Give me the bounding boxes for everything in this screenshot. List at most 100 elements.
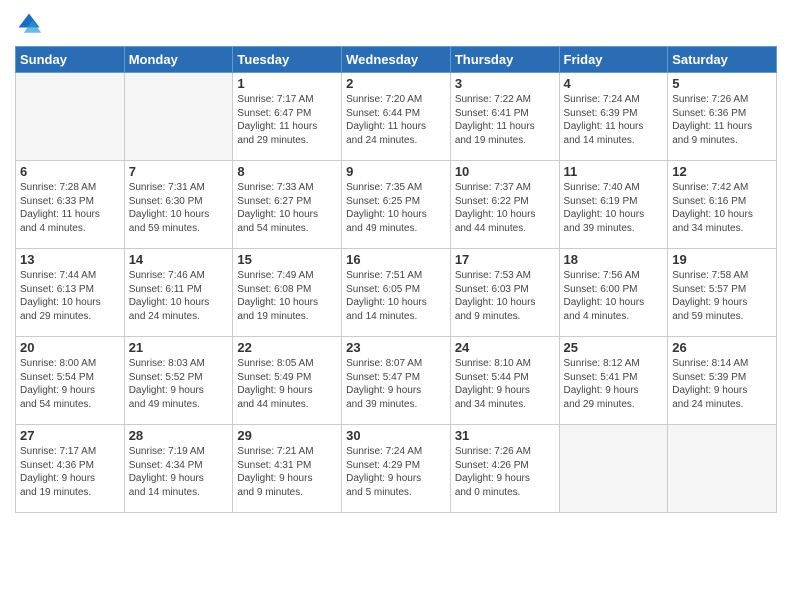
day-number: 30	[346, 428, 446, 443]
day-info: Sunrise: 8:03 AM Sunset: 5:52 PM Dayligh…	[129, 357, 229, 411]
calendar-cell: 14 Sunrise: 7:46 AM Sunset: 6:11 PM Dayli…	[124, 249, 233, 337]
day-info: Sunrise: 7:28 AM Sunset: 6:33 PM Dayligh…	[20, 181, 120, 235]
calendar-cell: 22Sunrise: 8:05 AM Sunset: 5:49 PM Dayli…	[233, 337, 342, 425]
calendar-cell: 20 Sunrise: 8:00 AM Sunset: 5:54 PM Dayli…	[16, 337, 125, 425]
calendar-table: SundayMondayTuesdayWednesdayThursdayFrid…	[15, 46, 777, 513]
calendar-week-row: 1 Sunrise: 7:17 AM Sunset: 6:47 PM Daylig…	[16, 73, 777, 161]
day-info: Sunrise: 8:07 AM Sunset: 5:47 PM Dayligh…	[346, 357, 446, 411]
calendar-cell: 16 Sunrise: 7:51 AM Sunset: 6:05 PM Dayli…	[342, 249, 451, 337]
day-number: 17	[455, 252, 555, 267]
calendar-cell: 25 Sunrise: 8:12 AM Sunset: 5:41 PM Dayli…	[559, 337, 668, 425]
day-info: Sunrise: 7:46 AM Sunset: 6:11 PM Dayligh…	[129, 269, 229, 323]
day-number: 7	[129, 164, 229, 179]
logo-icon	[15, 10, 43, 38]
day-number: 18	[564, 252, 664, 267]
day-number: 25	[564, 340, 664, 355]
calendar-cell: 31 Sunrise: 7:26 AM Sunset: 4:26 PM Dayli…	[450, 425, 559, 513]
calendar-cell: 26 Sunrise: 8:14 AM Sunset: 5:39 PM Dayli…	[668, 337, 777, 425]
day-number: 23	[346, 340, 446, 355]
day-info: Sunrise: 7:40 AM Sunset: 6:19 PM Dayligh…	[564, 181, 664, 235]
calendar-cell: 1 Sunrise: 7:17 AM Sunset: 6:47 PM Daylig…	[233, 73, 342, 161]
calendar-week-row: 6 Sunrise: 7:28 AM Sunset: 6:33 PM Daylig…	[16, 161, 777, 249]
calendar-week-row: 20 Sunrise: 8:00 AM Sunset: 5:54 PM Dayli…	[16, 337, 777, 425]
calendar-cell: 11Sunrise: 7:40 AM Sunset: 6:19 PM Dayli…	[559, 161, 668, 249]
day-info: Sunrise: 7:17 AM Sunset: 4:36 PM Dayligh…	[20, 445, 120, 499]
day-number: 31	[455, 428, 555, 443]
day-info: Sunrise: 7:26 AM Sunset: 6:36 PM Dayligh…	[672, 93, 772, 147]
calendar-cell: 24 Sunrise: 8:10 AM Sunset: 5:44 PM Dayli…	[450, 337, 559, 425]
day-info: Sunrise: 8:05 AM Sunset: 5:49 PM Dayligh…	[237, 357, 337, 411]
page: SundayMondayTuesdayWednesdayThursdayFrid…	[0, 0, 792, 612]
calendar-header-row: SundayMondayTuesdayWednesdayThursdayFrid…	[16, 47, 777, 73]
day-number: 27	[20, 428, 120, 443]
calendar-cell: 7 Sunrise: 7:31 AM Sunset: 6:30 PM Daylig…	[124, 161, 233, 249]
day-number: 9	[346, 164, 446, 179]
calendar-cell	[16, 73, 125, 161]
calendar-cell: 28Sunrise: 7:19 AM Sunset: 4:34 PM Dayli…	[124, 425, 233, 513]
weekday-header: Sunday	[16, 47, 125, 73]
calendar-cell: 9 Sunrise: 7:35 AM Sunset: 6:25 PM Daylig…	[342, 161, 451, 249]
day-number: 10	[455, 164, 555, 179]
day-info: Sunrise: 7:33 AM Sunset: 6:27 PM Dayligh…	[237, 181, 337, 235]
day-info: Sunrise: 7:17 AM Sunset: 6:47 PM Dayligh…	[237, 93, 337, 147]
day-number: 5	[672, 76, 772, 91]
day-number: 14	[129, 252, 229, 267]
calendar-cell: 5 Sunrise: 7:26 AM Sunset: 6:36 PM Daylig…	[668, 73, 777, 161]
calendar-cell: 17 Sunrise: 7:53 AM Sunset: 6:03 PM Dayli…	[450, 249, 559, 337]
day-number: 16	[346, 252, 446, 267]
calendar-cell: 23 Sunrise: 8:07 AM Sunset: 5:47 PM Dayli…	[342, 337, 451, 425]
day-info: Sunrise: 7:24 AM Sunset: 6:39 PM Dayligh…	[564, 93, 664, 147]
day-info: Sunrise: 7:24 AM Sunset: 4:29 PM Dayligh…	[346, 445, 446, 499]
calendar-cell: 29 Sunrise: 7:21 AM Sunset: 4:31 PM Dayli…	[233, 425, 342, 513]
weekday-header: Monday	[124, 47, 233, 73]
day-number: 2	[346, 76, 446, 91]
day-number: 19	[672, 252, 772, 267]
day-info: Sunrise: 7:21 AM Sunset: 4:31 PM Dayligh…	[237, 445, 337, 499]
day-info: Sunrise: 7:53 AM Sunset: 6:03 PM Dayligh…	[455, 269, 555, 323]
calendar-cell: 4 Sunrise: 7:24 AM Sunset: 6:39 PM Daylig…	[559, 73, 668, 161]
day-info: Sunrise: 7:31 AM Sunset: 6:30 PM Dayligh…	[129, 181, 229, 235]
day-info: Sunrise: 7:49 AM Sunset: 6:08 PM Dayligh…	[237, 269, 337, 323]
weekday-header: Saturday	[668, 47, 777, 73]
calendar-cell: 15 Sunrise: 7:49 AM Sunset: 6:08 PM Dayli…	[233, 249, 342, 337]
calendar-cell	[124, 73, 233, 161]
day-number: 26	[672, 340, 772, 355]
weekday-header: Tuesday	[233, 47, 342, 73]
day-number: 21	[129, 340, 229, 355]
day-info: Sunrise: 7:35 AM Sunset: 6:25 PM Dayligh…	[346, 181, 446, 235]
calendar-cell: 27 Sunrise: 7:17 AM Sunset: 4:36 PM Dayli…	[16, 425, 125, 513]
day-info: Sunrise: 7:19 AM Sunset: 4:34 PM Dayligh…	[129, 445, 229, 499]
day-number: 12	[672, 164, 772, 179]
day-info: Sunrise: 7:42 AM Sunset: 6:16 PM Dayligh…	[672, 181, 772, 235]
calendar-cell: 10 Sunrise: 7:37 AM Sunset: 6:22 PM Dayli…	[450, 161, 559, 249]
header	[15, 10, 777, 38]
calendar-cell: 3 Sunrise: 7:22 AM Sunset: 6:41 PM Daylig…	[450, 73, 559, 161]
day-number: 15	[237, 252, 337, 267]
day-number: 6	[20, 164, 120, 179]
calendar-cell: 12 Sunrise: 7:42 AM Sunset: 6:16 PM Dayli…	[668, 161, 777, 249]
day-info: Sunrise: 7:20 AM Sunset: 6:44 PM Dayligh…	[346, 93, 446, 147]
logo	[15, 10, 47, 38]
day-number: 13	[20, 252, 120, 267]
day-number: 1	[237, 76, 337, 91]
day-info: Sunrise: 7:26 AM Sunset: 4:26 PM Dayligh…	[455, 445, 555, 499]
day-info: Sunrise: 7:56 AM Sunset: 6:00 PM Dayligh…	[564, 269, 664, 323]
day-info: Sunrise: 8:10 AM Sunset: 5:44 PM Dayligh…	[455, 357, 555, 411]
day-info: Sunrise: 8:12 AM Sunset: 5:41 PM Dayligh…	[564, 357, 664, 411]
weekday-header: Friday	[559, 47, 668, 73]
day-number: 29	[237, 428, 337, 443]
day-info: Sunrise: 7:51 AM Sunset: 6:05 PM Dayligh…	[346, 269, 446, 323]
calendar-cell	[559, 425, 668, 513]
day-number: 3	[455, 76, 555, 91]
day-number: 4	[564, 76, 664, 91]
weekday-header: Thursday	[450, 47, 559, 73]
day-info: Sunrise: 7:37 AM Sunset: 6:22 PM Dayligh…	[455, 181, 555, 235]
day-number: 20	[20, 340, 120, 355]
day-info: Sunrise: 7:22 AM Sunset: 6:41 PM Dayligh…	[455, 93, 555, 147]
day-number: 24	[455, 340, 555, 355]
day-info: Sunrise: 8:14 AM Sunset: 5:39 PM Dayligh…	[672, 357, 772, 411]
calendar-cell	[668, 425, 777, 513]
day-info: Sunrise: 8:00 AM Sunset: 5:54 PM Dayligh…	[20, 357, 120, 411]
calendar-cell: 2 Sunrise: 7:20 AM Sunset: 6:44 PM Daylig…	[342, 73, 451, 161]
calendar-cell: 19Sunrise: 7:58 AM Sunset: 5:57 PM Dayli…	[668, 249, 777, 337]
